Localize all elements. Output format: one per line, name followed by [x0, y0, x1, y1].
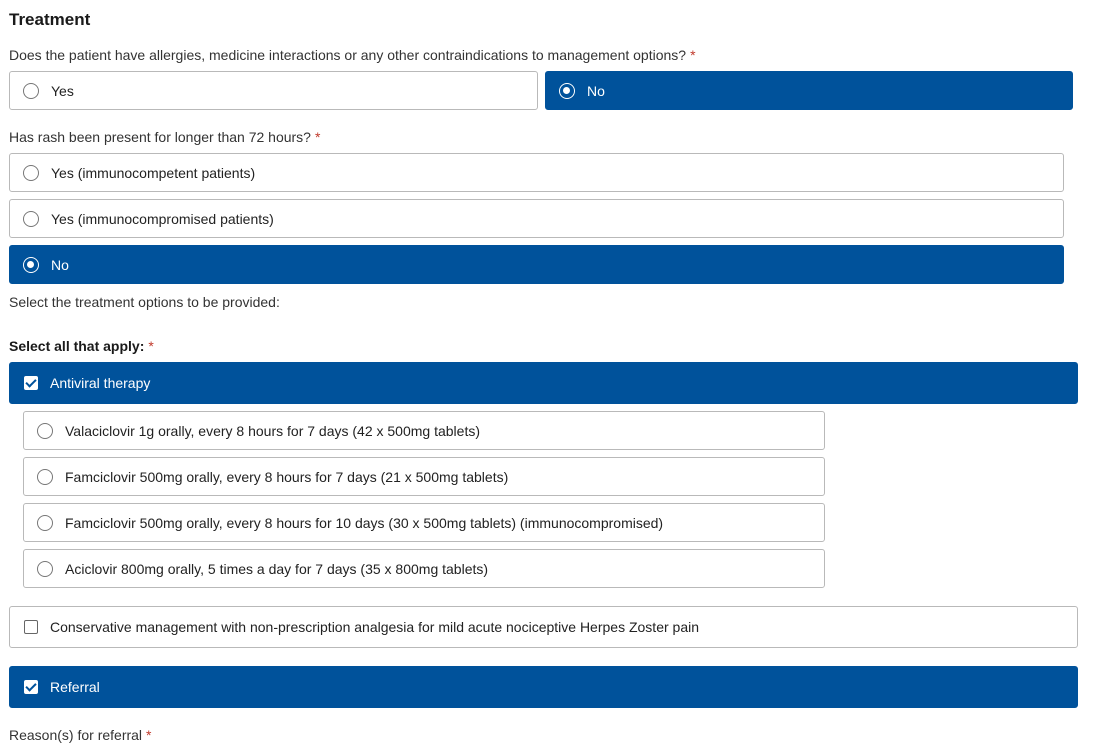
antiviral-option-aciclovir[interactable]: Aciclovir 800mg orally, 5 times a day fo… — [23, 549, 825, 588]
antiviral-option-famciclovir-10days[interactable]: Famciclovir 500mg orally, every 8 hours … — [23, 503, 825, 542]
select-all-label: Select all that apply: — [9, 338, 145, 354]
antiviral-therapy-checkbox[interactable]: Antiviral therapy — [9, 362, 1078, 404]
allergies-question: Does the patient have allergies, medicin… — [9, 47, 696, 63]
checkbox-label: Referral — [50, 679, 100, 695]
rash-question: Has rash been present for longer than 72… — [9, 129, 320, 145]
radio-icon — [37, 422, 53, 439]
radio-icon — [37, 560, 53, 577]
radio-selected-icon — [23, 256, 39, 273]
required-marker: * — [690, 47, 696, 63]
radio-icon — [23, 164, 39, 181]
rash-question-label: Has rash been present for longer than 72… — [9, 129, 311, 145]
radio-icon — [37, 514, 53, 531]
option-label: Yes (immunocompromised patients) — [51, 210, 274, 227]
antiviral-option-famciclovir-7days[interactable]: Famciclovir 500mg orally, every 8 hours … — [23, 457, 825, 496]
option-label: No — [51, 256, 69, 273]
allergies-option-no[interactable]: No — [545, 71, 1073, 110]
radio-icon — [23, 82, 39, 99]
option-label: Yes — [51, 82, 74, 99]
checkbox-checked-icon — [24, 680, 38, 694]
option-label: No — [587, 82, 605, 99]
antiviral-option-valaciclovir[interactable]: Valaciclovir 1g orally, every 8 hours fo… — [23, 411, 825, 450]
required-marker: * — [146, 727, 152, 743]
radio-icon — [23, 210, 39, 227]
option-label: Valaciclovir 1g orally, every 8 hours fo… — [65, 422, 481, 439]
section-title: Treatment — [9, 10, 91, 29]
checkbox-checked-icon — [24, 376, 38, 390]
required-marker: * — [148, 338, 154, 354]
referral-reason-question: Reason(s) for referral * — [9, 727, 152, 743]
allergies-question-label: Does the patient have allergies, medicin… — [9, 47, 687, 63]
option-label: Aciclovir 800mg orally, 5 times a day fo… — [65, 560, 489, 577]
allergies-option-yes[interactable]: Yes — [9, 71, 538, 110]
required-marker: * — [314, 129, 321, 145]
referral-reason-label: Reason(s) for referral — [9, 727, 143, 743]
conservative-management-checkbox[interactable]: Conservative management with non-prescri… — [9, 606, 1078, 648]
checkbox-label: Conservative management with non-prescri… — [50, 619, 699, 635]
radio-icon — [37, 468, 53, 485]
rash-option-no[interactable]: No — [9, 245, 1064, 284]
treatment-intro: Select the treatment options to be provi… — [9, 294, 280, 310]
checkbox-label: Antiviral therapy — [50, 375, 151, 391]
radio-selected-icon — [559, 82, 575, 99]
option-label: Famciclovir 500mg orally, every 8 hours … — [65, 514, 664, 531]
checkbox-icon — [24, 620, 38, 634]
referral-checkbox[interactable]: Referral — [9, 666, 1078, 708]
option-label: Famciclovir 500mg orally, every 8 hours … — [65, 468, 509, 485]
rash-option-yes-immunocompetent[interactable]: Yes (immunocompetent patients) — [9, 153, 1064, 192]
option-label: Yes (immunocompetent patients) — [51, 164, 256, 181]
select-all-prompt: Select all that apply: * — [9, 338, 154, 354]
rash-option-yes-immunocompromised[interactable]: Yes (immunocompromised patients) — [9, 199, 1064, 238]
